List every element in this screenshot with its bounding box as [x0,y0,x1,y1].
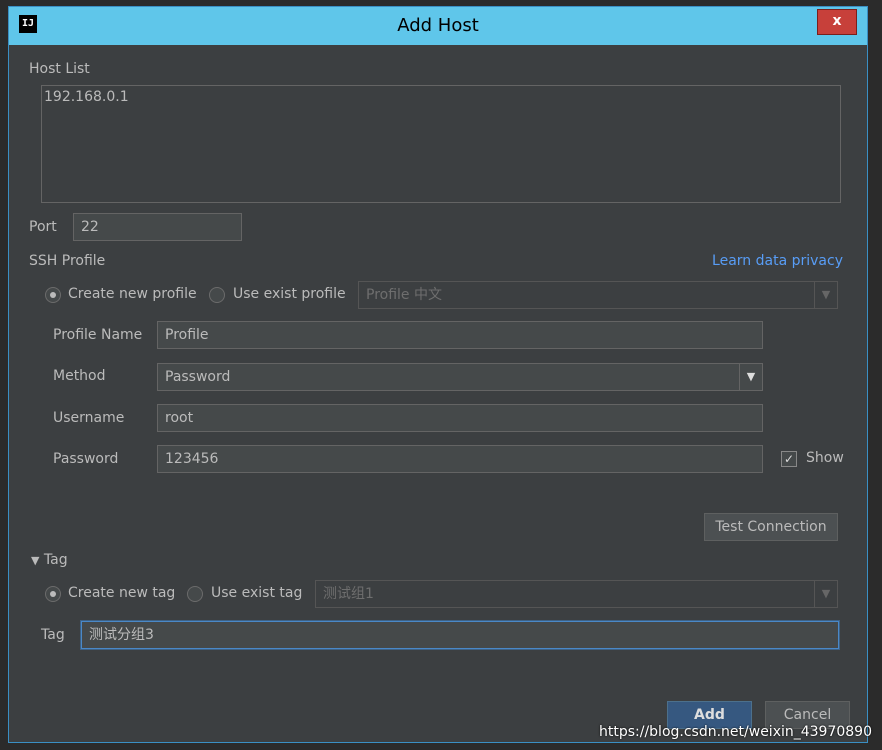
create-new-profile-radio[interactable] [45,287,61,303]
tag-label: Tag [41,627,65,643]
add-host-dialog: IJ Add Host x Host List 192.168.0.1 Port… [8,6,868,743]
use-exist-profile-label[interactable]: Use exist profile [233,286,346,302]
close-button[interactable]: x [817,9,857,35]
dropdown-arrow-icon[interactable]: ▼ [739,364,762,390]
profile-name-field[interactable]: Profile [157,321,763,349]
password-label: Password [53,451,119,467]
password-field[interactable]: 123456 [157,445,763,473]
dialog-title: Add Host [397,15,479,36]
watermark-text: https://blog.csdn.net/weixin_43970890 [598,724,872,740]
host-list-label: Host List [29,61,90,77]
profile-name-label: Profile Name [53,327,143,343]
exist-profile-select: Profile 中文 ▼ [358,281,838,309]
create-new-tag-radio[interactable] [45,586,61,602]
tag-section-header: Tag [43,552,68,568]
method-label: Method [53,368,106,384]
exist-profile-value: Profile 中文 [366,287,442,303]
ssh-profile-label: SSH Profile [29,253,106,269]
show-password-label[interactable]: Show [806,450,844,466]
port-label: Port [29,219,57,235]
tag-section-toggle[interactable]: ▼ Tag [31,552,68,568]
test-connection-button[interactable]: Test Connection [704,513,838,541]
method-select[interactable]: Password ▼ [157,363,763,391]
host-list-item[interactable]: 192.168.0.1 [44,89,129,105]
collapse-triangle-icon: ▼ [31,554,40,567]
tag-input[interactable]: 测试分组3 [81,621,839,649]
learn-data-privacy-link[interactable]: Learn data privacy [712,253,843,269]
show-password-checkbox[interactable]: ✓ [781,451,797,467]
dropdown-arrow-icon: ▼ [814,581,837,607]
method-value: Password [165,369,231,385]
create-new-tag-label[interactable]: Create new tag [68,585,175,601]
create-new-profile-label[interactable]: Create new profile [68,286,197,302]
use-exist-profile-radio[interactable] [209,287,225,303]
port-field[interactable]: 22 [73,213,242,241]
exist-tag-value: 测试组1 [323,586,374,602]
username-field[interactable]: root [157,404,763,432]
title-bar[interactable]: IJ Add Host x [9,7,867,45]
host-list-textarea[interactable]: 192.168.0.1 [41,85,841,203]
username-label: Username [53,410,125,426]
exist-tag-select: 测试组1 ▼ [315,580,838,608]
use-exist-tag-label[interactable]: Use exist tag [211,585,302,601]
use-exist-tag-radio[interactable] [187,586,203,602]
dropdown-arrow-icon: ▼ [814,282,837,308]
dialog-content: Host List 192.168.0.1 Port 22 SSH Profil… [9,45,867,742]
